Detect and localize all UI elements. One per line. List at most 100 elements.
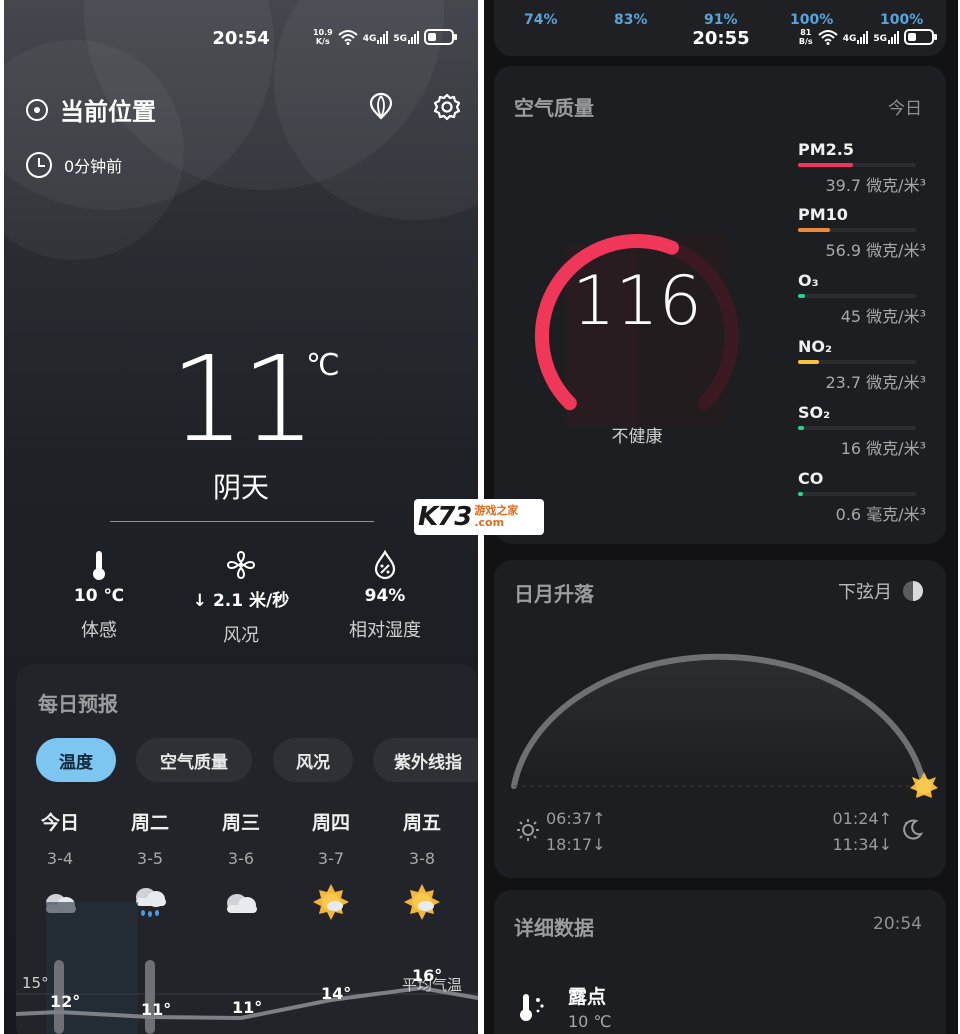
feels-like-value: 10 ℃ — [73, 586, 125, 606]
pollutant-bar — [798, 228, 830, 232]
wind-value: ↓ 2.1 米/秒 — [192, 591, 290, 611]
clock-icon — [26, 152, 52, 178]
signal-5g-label: 5G — [393, 34, 407, 44]
pollutant-name: PM2.5 — [798, 140, 854, 159]
metric-humidity: 94% 相对湿度 — [310, 548, 460, 642]
sun-icon — [517, 819, 539, 841]
signal-5g-label: 5G — [873, 34, 887, 44]
pollutant-name: CO — [798, 469, 824, 488]
moon-phase: 下弦月 — [838, 578, 924, 604]
daily-forecast-title: 每日预报 — [38, 692, 118, 716]
low-temp-value: 16° — [412, 966, 443, 985]
details-title: 详细数据 — [514, 916, 594, 940]
low-temp-value: 12° — [50, 992, 81, 1011]
net-speed: 81 B/s — [799, 28, 813, 46]
pollutant-value: 0.6 毫克/米³ — [835, 505, 926, 524]
tab-air-quality[interactable]: 空气质量 — [136, 738, 252, 782]
sun-path-chart — [511, 653, 938, 798]
sun-path-area — [514, 656, 924, 786]
net-speed-unit: K/s — [315, 37, 330, 46]
dew-point-icon — [520, 994, 544, 1021]
feels-like-label: 体感 — [81, 620, 117, 641]
sunrise-sunset-times: 06:37↑ 18:17↓ — [546, 806, 606, 858]
location-icon — [26, 98, 48, 121]
left-screen: 20:54 10.9 K/s 4G 5G 当前位置 0分钟前 11 ℃ 阴天 1… — [4, 0, 478, 1034]
pollutant-bar — [798, 492, 803, 496]
sunrise-time: 06:37↑ — [546, 809, 606, 828]
pollutant-bar — [798, 360, 820, 364]
pollutant-value: 39.7 微克/米³ — [825, 176, 926, 195]
wind-label: 风况 — [223, 625, 259, 646]
moonset-time: 11:34↓ — [832, 835, 892, 854]
status-bar: 20:55 81 B/s 4G 5G — [484, 26, 958, 56]
balloon-icon[interactable] — [366, 92, 396, 122]
pollutant-pm10: PM10 56.9 微克/米³ — [798, 205, 928, 261]
sunset-time: 18:17↓ — [546, 835, 606, 854]
location-name: 当前位置 — [60, 98, 156, 126]
location-selector[interactable]: 当前位置 — [26, 92, 156, 127]
signal-4g-icon: 4G — [363, 30, 389, 44]
pollutant-value: 56.9 微克/米³ — [825, 241, 926, 260]
day-name: 周二 — [130, 812, 169, 834]
low-temp-value: 11° — [232, 998, 263, 1017]
aqi-value: 116 — [572, 262, 702, 341]
divider — [110, 521, 374, 522]
sun-moon-title: 日月升落 — [514, 582, 594, 606]
day-date: 3-5 — [136, 849, 164, 868]
pollutant-value: 16 微克/米³ — [840, 439, 926, 458]
details-card[interactable]: 详细数据 20:54 露点 10 ℃ — [494, 890, 946, 1034]
temp-bar-1 — [145, 960, 155, 1034]
gear-icon[interactable] — [432, 92, 462, 122]
air-quality-title: 空气质量 — [514, 96, 594, 120]
metric-wind: ↓ 2.1 米/秒 风况 — [166, 548, 316, 647]
humidity-value: 94% — [364, 586, 406, 606]
moon-icon — [903, 819, 924, 840]
humidity-label: 相对湿度 — [349, 620, 421, 641]
watermark-brand: K73 — [418, 502, 472, 532]
tab-temperature[interactable]: 温度 — [36, 738, 116, 782]
air-quality-card[interactable]: 空气质量 今日 116 不健康 PM2.5 39.7 微克/米³ PM10 56… — [494, 66, 946, 544]
day-date: 3-6 — [227, 849, 255, 868]
moonrise-moonset-times: 01:24↑ 11:34↓ — [832, 806, 892, 858]
pollutant-value: 45 微克/米³ — [840, 307, 926, 326]
right-screen: 74% 83% 91% 100% 100% 20:55 81 B/s 4G 5G — [484, 0, 958, 1034]
day-name: 周五 — [402, 812, 441, 834]
fan-icon — [226, 550, 256, 580]
dew-point-label: 露点 — [568, 986, 607, 1008]
day-date: 3-8 — [408, 849, 436, 868]
temperature-unit: ℃ — [306, 348, 340, 383]
watermark-site-en: .com — [474, 516, 505, 529]
day-name: 今日 — [40, 812, 79, 834]
battery-icon — [904, 29, 937, 45]
net-speed-unit: B/s — [798, 37, 813, 46]
moonrise-time: 01:24↑ — [832, 809, 892, 828]
battery-icon — [424, 29, 457, 45]
dew-point-value: 10 ℃ — [568, 1012, 612, 1031]
weather-condition: 阴天 — [212, 471, 269, 504]
daily-forecast-card: 每日预报 温度 空气质量 风况 紫外线指 今日 3-4 周二 3-5 周三 3-… — [16, 664, 478, 1034]
day-name: 周四 — [311, 812, 350, 834]
sun-moon-card[interactable]: 日月升落 下弦月 06:37↑ 18:17↓ 01:24↑ 11:34↓ — [494, 560, 946, 878]
update-time-text: 0分钟前 — [64, 157, 123, 176]
net-speed-value: 10.9 — [312, 28, 333, 37]
pollutant-so2: SO₂ 16 微克/米³ — [798, 403, 928, 459]
pollutant-name: NO₂ — [798, 337, 832, 356]
pollutant-pm25: PM2.5 39.7 微克/米³ — [798, 140, 928, 196]
pollutant-name: PM10 — [798, 205, 848, 224]
moon-phase-label: 下弦月 — [838, 582, 892, 603]
pollutant-name: SO₂ — [798, 403, 831, 422]
pollutant-no2: NO₂ 23.7 微克/米³ — [798, 337, 928, 393]
pollutant-value: 23.7 微克/米³ — [825, 373, 926, 392]
axis-label: 15° — [22, 974, 49, 992]
signal-4g-label: 4G — [842, 34, 857, 44]
current-temperature: 11 — [169, 330, 316, 468]
signal-4g-label: 4G — [362, 34, 377, 44]
net-speed: 10.9 K/s — [313, 28, 333, 46]
signal-5g-icon: 5G — [393, 30, 419, 44]
pollutant-o3: O₃ 45 微克/米³ — [798, 271, 928, 327]
tab-uv[interactable]: 紫外线指 — [373, 738, 478, 782]
day-date: 3-4 — [46, 849, 74, 868]
pollutant-name: O₃ — [798, 271, 819, 290]
thermometer-icon — [93, 551, 105, 580]
tab-wind[interactable]: 风况 — [273, 738, 353, 782]
